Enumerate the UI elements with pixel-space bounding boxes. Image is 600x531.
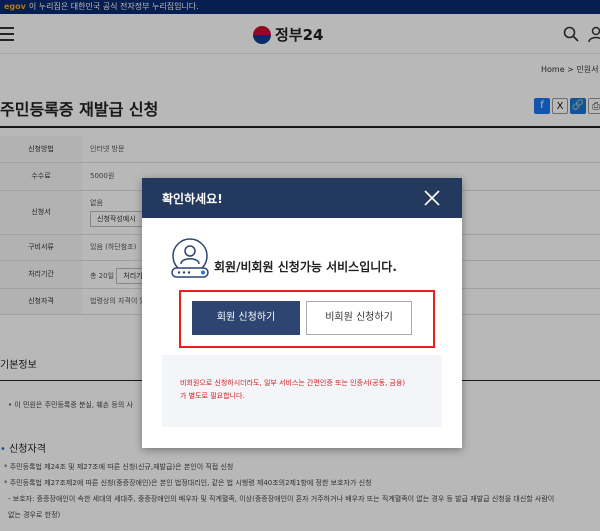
member-apply-button[interactable]: 회원 신청하기 bbox=[192, 301, 300, 335]
confirm-modal: 확인하세요! 회원/비회원 신청가능 서비스입니다. 회원 신청하기 비회원 신… bbox=[142, 178, 462, 448]
service-message: 회원/비회원 신청가능 서비스입니다. bbox=[214, 260, 397, 274]
modal-title: 확인하세요! bbox=[162, 192, 223, 206]
modal-header: 확인하세요! bbox=[142, 178, 462, 218]
close-icon[interactable] bbox=[422, 188, 442, 208]
nonmember-apply-button[interactable]: 비회원 신청하기 bbox=[306, 301, 412, 335]
notice-line: 가 별도로 필요합니다. bbox=[180, 392, 245, 400]
auth-notice: 비회원으로 신청하시더라도, 일부 서비스는 간편인증 또는 인증서(공동, 금… bbox=[162, 355, 442, 427]
user-service-icon bbox=[171, 238, 209, 278]
notice-line: 비회원으로 신청하시더라도, 일부 서비스는 간편인증 또는 인증서(공동, 금… bbox=[180, 379, 406, 387]
